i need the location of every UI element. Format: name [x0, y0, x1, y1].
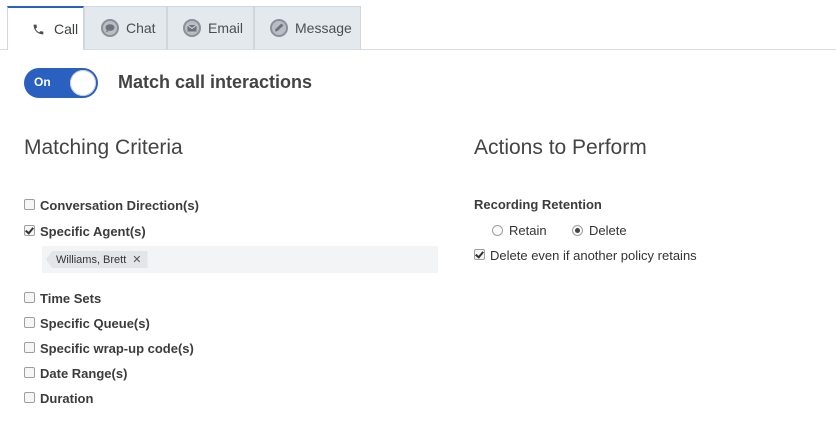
tab-chat[interactable]: Chat [84, 6, 167, 49]
tab-label: Message [295, 20, 352, 36]
tab-call[interactable]: Call [7, 6, 84, 50]
tabs-divider [0, 49, 836, 50]
delete-radio[interactable]: Delete [572, 223, 627, 238]
radio-label: Retain [509, 223, 547, 238]
tab-label: Email [208, 20, 244, 36]
tab-label: Call [54, 21, 79, 37]
agent-tag: Williams, Brett ✕ [46, 251, 148, 268]
criteria-label: Conversation Direction(s) [40, 198, 199, 213]
criteria-duration[interactable]: Duration [24, 391, 93, 406]
criteria-label: Time Sets [40, 291, 102, 306]
criteria-specific-queues[interactable]: Specific Queue(s) [24, 316, 150, 331]
email-icon [182, 18, 202, 38]
agent-tag-label: Williams, Brett [56, 253, 127, 266]
tab-label: Chat [126, 20, 156, 36]
toggle-knob [70, 70, 96, 96]
criteria-date-ranges[interactable]: Date Range(s) [24, 366, 127, 381]
delete-even-checkbox-row[interactable]: Delete even if another policy retains [474, 248, 697, 263]
checkbox-checked[interactable] [24, 225, 35, 236]
checkbox[interactable] [24, 342, 35, 353]
radio-button[interactable] [492, 225, 503, 236]
checkbox[interactable] [24, 199, 35, 210]
criteria-label: Specific Agent(s) [40, 224, 146, 239]
message-icon [269, 18, 289, 38]
criteria-label: Date Range(s) [40, 366, 128, 381]
actions-heading: Actions to Perform [474, 136, 647, 159]
toggle-state-label: On [34, 75, 51, 89]
tab-email[interactable]: Email [167, 6, 254, 49]
toggle-title: Match call interactions [118, 72, 313, 92]
channel-tabs: Call Chat Email Message [0, 0, 836, 50]
matching-criteria-heading: Matching Criteria [24, 136, 183, 159]
criteria-label: Duration [40, 391, 94, 406]
criteria-wrapup-codes[interactable]: Specific wrap-up code(s) [24, 341, 194, 356]
checkbox[interactable] [24, 292, 35, 303]
checkbox[interactable] [24, 367, 35, 378]
remove-tag-icon[interactable]: ✕ [132, 253, 141, 266]
radio-label: Delete [589, 223, 627, 238]
recording-retention-label: Recording Retention [474, 197, 602, 212]
radio-button-selected[interactable] [572, 225, 583, 236]
criteria-label: Specific Queue(s) [40, 316, 150, 331]
delete-even-label: Delete even if another policy retains [490, 248, 697, 263]
checkbox[interactable] [24, 317, 35, 328]
checkbox-checked[interactable] [474, 249, 485, 260]
phone-icon [28, 19, 48, 39]
retain-radio[interactable]: Retain [492, 223, 547, 238]
agent-select-input[interactable]: Williams, Brett ✕ [42, 246, 438, 273]
chat-icon [100, 18, 120, 38]
match-interactions-toggle[interactable]: On [24, 68, 98, 98]
criteria-time-sets[interactable]: Time Sets [24, 291, 101, 306]
criteria-label: Specific wrap-up code(s) [40, 341, 194, 356]
tab-message[interactable]: Message [254, 6, 361, 49]
criteria-conversation-direction[interactable]: Conversation Direction(s) [24, 198, 199, 213]
checkbox[interactable] [24, 392, 35, 403]
criteria-specific-agents[interactable]: Specific Agent(s) [24, 224, 146, 239]
